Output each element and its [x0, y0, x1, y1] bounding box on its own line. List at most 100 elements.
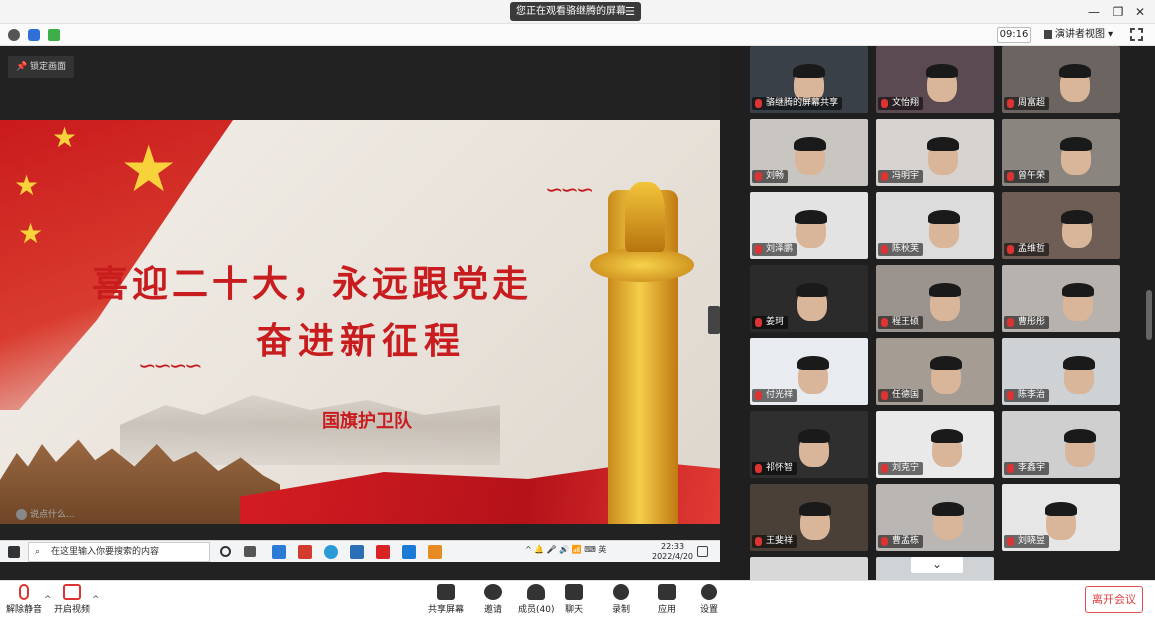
participant-hair	[1060, 137, 1092, 151]
info-icon[interactable]	[8, 29, 20, 41]
invite-button[interactable]: 邀请	[484, 584, 502, 615]
chat-label: 聊天	[565, 605, 584, 615]
slide-headline-2: 奋进新征程	[256, 320, 467, 362]
participant-gallery: 骆继腾的屏幕共享 文怡翔 周富超刘畅 冯明宇 曾午荣刘泽鹏 陈秋芙 孟维哲姜珂 程王硕 曹彤彤付…	[748, 46, 1124, 580]
lock-view-button[interactable]: 📌 锁定画面	[8, 56, 74, 78]
start-video-button[interactable]: 开启视频	[54, 584, 90, 615]
chat-button[interactable]: 聊天	[565, 584, 583, 615]
participant-name: 程王硕	[878, 316, 924, 329]
fullscreen-icon[interactable]	[1130, 28, 1143, 41]
chevron-up-icon[interactable]: ^	[44, 595, 52, 605]
mail-icon	[272, 545, 286, 559]
participant-name: 冯明宇	[878, 170, 924, 183]
chat-input[interactable]: 说点什么...	[12, 506, 112, 524]
windows-start-icon	[8, 546, 20, 558]
view-mode-dropdown[interactable]: 演讲者视图 ▾	[1041, 27, 1122, 43]
chevron-down-icon[interactable]: ⌄	[911, 557, 963, 573]
cortana-icon	[220, 546, 231, 557]
participant-name: 李鑫宇	[1004, 462, 1050, 475]
menu-icon[interactable]: ☰	[625, 2, 635, 21]
participant-tile[interactable]: 曾午荣	[1002, 119, 1120, 186]
participant-tile[interactable]: 曹孟栋	[876, 484, 994, 551]
app-icon	[350, 545, 364, 559]
chevron-up-icon[interactable]: ^	[92, 595, 100, 605]
participant-hair	[798, 429, 830, 443]
browser-icon	[324, 545, 338, 559]
participant-tile[interactable]: 文怡翔	[876, 46, 994, 113]
members-icon	[527, 584, 546, 600]
signal-icon[interactable]	[48, 29, 60, 41]
participant-tile[interactable]: 孟维哲	[1002, 192, 1120, 259]
participant-tile[interactable]: 姜珂	[750, 265, 868, 332]
participant-hair	[1064, 429, 1096, 443]
participant-hair	[927, 137, 959, 151]
gear-icon	[701, 584, 717, 600]
record-button[interactable]: 录制	[612, 584, 630, 615]
meeting-timer: 09:16	[997, 27, 1031, 43]
participant-name: 孟维哲	[1004, 243, 1050, 256]
notification-icon	[697, 546, 708, 557]
participant-hair	[797, 356, 829, 370]
taskbar-time: 22:33	[660, 542, 685, 551]
participant-tile[interactable]	[750, 557, 868, 580]
shield-icon[interactable]	[28, 29, 40, 41]
meeting-toolbar: 解除静音 ^ 开启视频 ^ 共享屏幕 邀请 成员(40) 聊天 录制 应用 设置	[0, 580, 1155, 618]
participant-name: 祁怀智	[752, 462, 798, 475]
participant-name: 刘畅	[752, 170, 789, 183]
share-screen-icon	[437, 584, 455, 600]
participant-tile[interactable]: 任德国	[876, 338, 994, 405]
participant-tile[interactable]: 祁怀智	[750, 411, 868, 478]
participant-tile[interactable]: 刘泽鹏	[750, 192, 868, 259]
share-screen-button[interactable]: 共享屏幕	[428, 584, 464, 615]
participant-name: 周富超	[1004, 97, 1050, 110]
participant-tile[interactable]: 刘克宁	[876, 411, 994, 478]
star-icon: ★	[14, 169, 40, 202]
invite-label: 邀请	[484, 605, 503, 615]
participant-tile[interactable]: 陈李治	[1002, 338, 1120, 405]
participant-tile[interactable]: 曹彤彤	[1002, 265, 1120, 332]
taskbar-date: 2022/4/20	[652, 552, 694, 561]
participant-hair	[930, 356, 962, 370]
participant-tile[interactable]: 周富超	[1002, 46, 1120, 113]
participant-name: 王斐祥	[752, 535, 798, 548]
participant-name: 曹孟栋	[878, 535, 924, 548]
members-button[interactable]: 成员(40)	[518, 584, 554, 615]
participant-tile[interactable]: 陈秋芙	[876, 192, 994, 259]
participant-hair	[795, 210, 827, 224]
participant-hair	[932, 502, 964, 516]
close-button[interactable]: ✕	[1130, 2, 1150, 22]
lock-view-label: 锁定画面	[30, 62, 67, 72]
settings-button[interactable]: 设置	[700, 584, 718, 615]
members-label: 成员(40)	[518, 605, 555, 615]
column-capital-graphic	[590, 248, 694, 282]
participant-name: 曹彤彤	[1004, 316, 1050, 329]
participant-name: 曾午荣	[1004, 170, 1050, 183]
participant-tile[interactable]: 程王硕	[876, 265, 994, 332]
restore-button[interactable]: ❐	[1108, 2, 1128, 22]
participant-tile[interactable]: 李鑫宇	[1002, 411, 1120, 478]
unmute-label: 解除静音	[6, 605, 43, 615]
sharing-notice-pill[interactable]: 您正在观看骆继腾的屏幕 ☰	[510, 2, 641, 21]
participant-name: 陈李治	[1004, 389, 1050, 402]
gallery-scrollbar[interactable]	[1146, 290, 1152, 340]
minimize-button[interactable]: —	[1084, 2, 1104, 22]
collapse-gallery-handle[interactable]	[708, 306, 720, 334]
emoji-icon[interactable]	[16, 509, 27, 520]
participant-tile[interactable]: 付光祥	[750, 338, 868, 405]
apps-button[interactable]: 应用	[658, 584, 676, 615]
title-bar: 您正在观看骆继腾的屏幕 ☰ — ❐ ✕	[0, 0, 1155, 24]
participant-name: 骆继腾的屏幕共享	[752, 97, 843, 110]
participant-tile[interactable]: 王斐祥	[750, 484, 868, 551]
leave-meeting-button[interactable]: 离开会议	[1085, 586, 1143, 613]
participant-tile[interactable]: 冯明宇	[876, 119, 994, 186]
chat-icon	[565, 584, 583, 600]
participant-tile[interactable]: 刘畅	[750, 119, 868, 186]
unmute-button[interactable]: 解除静音	[6, 584, 42, 615]
participant-name: 刘晓昱	[1004, 535, 1050, 548]
participant-tile[interactable]: 骆继腾的屏幕共享	[750, 46, 868, 113]
participant-name: 文怡翔	[878, 97, 924, 110]
view-mode-label: 演讲者视图	[1055, 29, 1105, 40]
record-icon	[613, 584, 629, 600]
participant-tile[interactable]: 刘晓昱	[1002, 484, 1120, 551]
acrobat-icon	[298, 545, 312, 559]
